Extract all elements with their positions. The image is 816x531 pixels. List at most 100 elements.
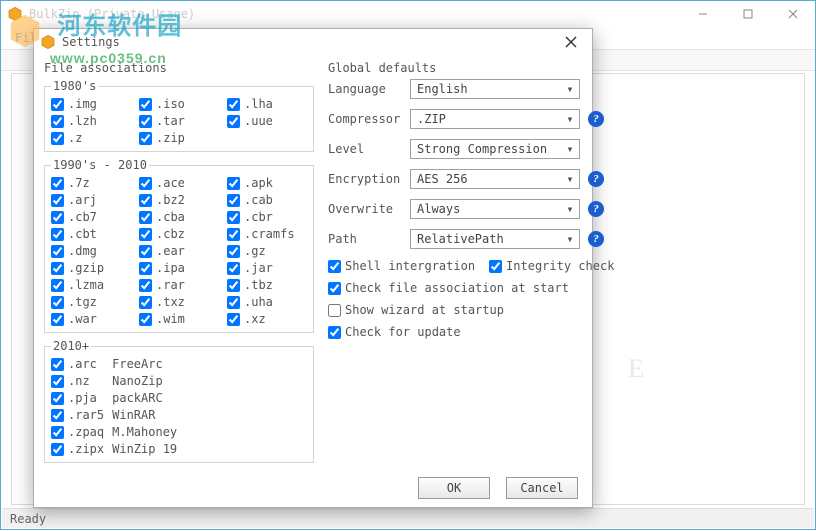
file-assoc-input-cba[interactable]	[139, 211, 152, 224]
file-assoc-z[interactable]: .z	[51, 131, 131, 145]
file-assoc-zip[interactable]: .zip	[139, 131, 219, 145]
file-assoc-jar[interactable]: .jar	[227, 261, 307, 275]
file-assoc-uha[interactable]: .uha	[227, 295, 307, 309]
file-assoc-txz[interactable]: .txz	[139, 295, 219, 309]
file-assoc-7z[interactable]: .7z	[51, 176, 131, 190]
file-assoc-rar[interactable]: .rar	[139, 278, 219, 292]
file-assoc-input-7z[interactable]	[51, 177, 64, 190]
file-assoc-apk[interactable]: .apk	[227, 176, 307, 190]
file-assoc-input-tgz[interactable]	[51, 296, 64, 309]
file-assoc-lzh[interactable]: .lzh	[51, 114, 131, 128]
encryption-help-icon[interactable]: ?	[588, 171, 604, 187]
integrity-check-checkbox[interactable]: Integrity check	[489, 259, 614, 273]
file-assoc-nz[interactable]: .nz	[51, 374, 104, 388]
file-assoc-gz[interactable]: .gz	[227, 244, 307, 258]
file-assoc-input-lzma[interactable]	[51, 279, 64, 292]
file-assoc-wim[interactable]: .wim	[139, 312, 219, 326]
file-assoc-rar5[interactable]: .rar5	[51, 408, 104, 422]
file-assoc-input-img[interactable]	[51, 98, 64, 111]
file-assoc-input-ipa[interactable]	[139, 262, 152, 275]
file-assoc-input-gz[interactable]	[227, 245, 240, 258]
encryption-combo[interactable]: AES 256▾	[410, 169, 580, 189]
file-assoc-cbt[interactable]: .cbt	[51, 227, 131, 241]
file-assoc-input-dmg[interactable]	[51, 245, 64, 258]
overwrite-help-icon[interactable]: ?	[588, 201, 604, 217]
level-combo[interactable]: Strong Compression▾	[410, 139, 580, 159]
file-assoc-input-zip[interactable]	[139, 132, 152, 145]
file-assoc-img[interactable]: .img	[51, 97, 131, 111]
file-assoc-iso[interactable]: .iso	[139, 97, 219, 111]
path-help-icon[interactable]: ?	[588, 231, 604, 247]
file-assoc-cbz[interactable]: .cbz	[139, 227, 219, 241]
file-assoc-ace[interactable]: .ace	[139, 176, 219, 190]
shell-integration-checkbox[interactable]: Shell intergration	[328, 259, 475, 273]
file-assoc-input-cramfs[interactable]	[227, 228, 240, 241]
file-assoc-input-nz[interactable]	[51, 375, 64, 388]
file-assoc-input-cbt[interactable]	[51, 228, 64, 241]
show-wizard-checkbox[interactable]: Show wizard at startup	[328, 303, 614, 317]
file-assoc-input-cb7[interactable]	[51, 211, 64, 224]
file-assoc-input-txz[interactable]	[139, 296, 152, 309]
file-assoc-xz[interactable]: .xz	[227, 312, 307, 326]
integrity-check-input[interactable]	[489, 260, 502, 273]
file-assoc-zipx[interactable]: .zipx	[51, 442, 104, 456]
minimize-button[interactable]	[680, 1, 725, 27]
file-assoc-input-cbr[interactable]	[227, 211, 240, 224]
check-update-input[interactable]	[328, 326, 341, 339]
file-assoc-cbr[interactable]: .cbr	[227, 210, 307, 224]
file-assoc-zpaq[interactable]: .zpaq	[51, 425, 104, 439]
check-assoc-input[interactable]	[328, 282, 341, 295]
check-update-checkbox[interactable]: Check for update	[328, 325, 614, 339]
file-assoc-arj[interactable]: .arj	[51, 193, 131, 207]
file-assoc-gzip[interactable]: .gzip	[51, 261, 131, 275]
file-assoc-input-uha[interactable]	[227, 296, 240, 309]
compressor-help-icon[interactable]: ?	[588, 111, 604, 127]
language-combo[interactable]: English▾	[410, 79, 580, 99]
file-assoc-input-tbz[interactable]	[227, 279, 240, 292]
overwrite-combo[interactable]: Always▾	[410, 199, 580, 219]
file-assoc-input-war[interactable]	[51, 313, 64, 326]
file-assoc-input-cbz[interactable]	[139, 228, 152, 241]
file-assoc-ear[interactable]: .ear	[139, 244, 219, 258]
dialog-close-button[interactable]	[556, 30, 586, 54]
file-assoc-dmg[interactable]: .dmg	[51, 244, 131, 258]
file-assoc-input-zipx[interactable]	[51, 443, 64, 456]
file-assoc-input-arj[interactable]	[51, 194, 64, 207]
cancel-button[interactable]: Cancel	[506, 477, 578, 499]
file-assoc-input-arc[interactable]	[51, 358, 64, 371]
file-assoc-pja[interactable]: .pja	[51, 391, 104, 405]
file-assoc-input-uue[interactable]	[227, 115, 240, 128]
file-assoc-war[interactable]: .war	[51, 312, 131, 326]
show-wizard-input[interactable]	[328, 304, 341, 317]
file-assoc-input-zpaq[interactable]	[51, 426, 64, 439]
file-assoc-input-pja[interactable]	[51, 392, 64, 405]
ok-button[interactable]: OK	[418, 477, 490, 499]
path-combo[interactable]: RelativePath▾	[410, 229, 580, 249]
file-assoc-input-ear[interactable]	[139, 245, 152, 258]
file-assoc-input-cab[interactable]	[227, 194, 240, 207]
maximize-button[interactable]	[725, 1, 770, 27]
file-assoc-input-bz2[interactable]	[139, 194, 152, 207]
file-assoc-lzma[interactable]: .lzma	[51, 278, 131, 292]
file-assoc-input-gzip[interactable]	[51, 262, 64, 275]
file-assoc-input-z[interactable]	[51, 132, 64, 145]
file-assoc-input-tar[interactable]	[139, 115, 152, 128]
file-assoc-cab[interactable]: .cab	[227, 193, 307, 207]
file-assoc-tar[interactable]: .tar	[139, 114, 219, 128]
file-assoc-lha[interactable]: .lha	[227, 97, 307, 111]
file-assoc-input-wim[interactable]	[139, 313, 152, 326]
file-assoc-cba[interactable]: .cba	[139, 210, 219, 224]
file-assoc-uue[interactable]: .uue	[227, 114, 307, 128]
file-assoc-input-rar[interactable]	[139, 279, 152, 292]
file-assoc-input-rar5[interactable]	[51, 409, 64, 422]
file-assoc-input-iso[interactable]	[139, 98, 152, 111]
file-assoc-input-xz[interactable]	[227, 313, 240, 326]
compressor-combo[interactable]: .ZIP▾	[410, 109, 580, 129]
file-assoc-input-ace[interactable]	[139, 177, 152, 190]
check-assoc-checkbox[interactable]: Check file association at start	[328, 281, 614, 295]
file-assoc-cramfs[interactable]: .cramfs	[227, 227, 307, 241]
file-assoc-input-lzh[interactable]	[51, 115, 64, 128]
file-assoc-ipa[interactable]: .ipa	[139, 261, 219, 275]
file-assoc-cb7[interactable]: .cb7	[51, 210, 131, 224]
file-assoc-input-lha[interactable]	[227, 98, 240, 111]
